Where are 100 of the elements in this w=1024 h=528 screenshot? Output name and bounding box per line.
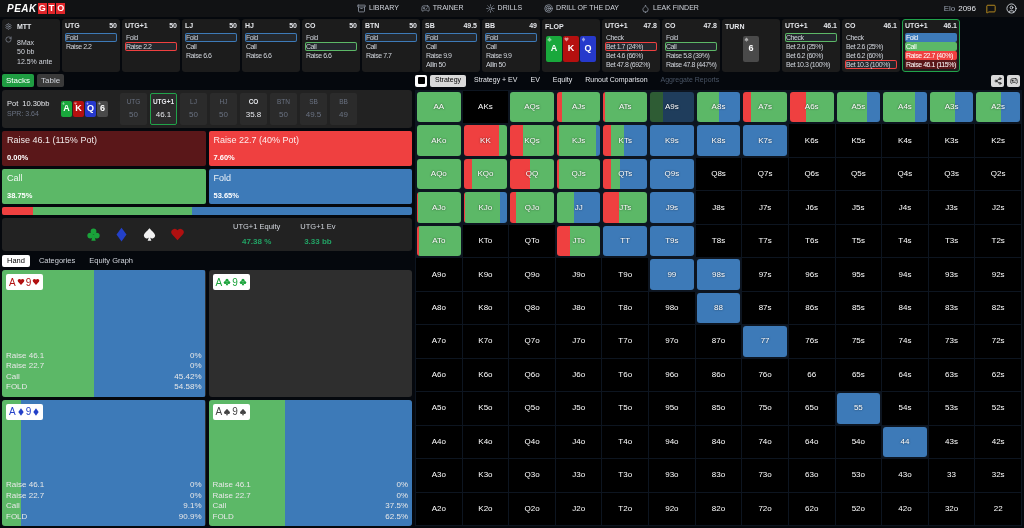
hand-cell[interactable]: 42o bbox=[882, 492, 928, 525]
hand-cell[interactable]: 98s bbox=[696, 259, 741, 290]
hand-cell[interactable]: A9o bbox=[416, 258, 462, 291]
hand-cell[interactable]: K9s bbox=[650, 125, 694, 156]
hand-cell[interactable]: J8o bbox=[555, 291, 602, 325]
hand-cell[interactable]: 43s bbox=[928, 425, 975, 459]
hand-cell[interactable]: Q6s bbox=[788, 157, 835, 191]
hand-cell[interactable]: 62s bbox=[975, 358, 1021, 392]
hand-cell[interactable]: Q9s bbox=[650, 158, 694, 190]
hand-cell[interactable]: Q4o bbox=[509, 425, 555, 459]
hand-cell[interactable]: T4s bbox=[882, 224, 928, 258]
hand-cell[interactable]: 95s bbox=[835, 258, 882, 291]
panel-tab[interactable]: Stacks bbox=[2, 74, 34, 87]
hand-cell[interactable]: K7o bbox=[462, 325, 509, 358]
hand-cell[interactable]: Q7s bbox=[742, 157, 788, 191]
panel-tab[interactable]: Table bbox=[37, 74, 65, 87]
hand-cell[interactable]: 85o bbox=[695, 392, 742, 425]
hand-cell[interactable]: T7s bbox=[742, 224, 788, 258]
hand-cell[interactable]: 96o bbox=[649, 358, 695, 392]
hand-cell[interactable]: 63o bbox=[788, 459, 835, 492]
hand-cell[interactable]: 88 bbox=[696, 292, 741, 324]
hand-cell[interactable]: K2o bbox=[462, 492, 509, 525]
hand-cell[interactable]: 42s bbox=[975, 425, 1021, 459]
combo-panel[interactable]: A 9 Raise 46.1 0% Raise 22.7 0% Call 45.42% FOLD 54.58% bbox=[2, 270, 206, 397]
hand-cell[interactable]: Q8o bbox=[509, 291, 555, 325]
hand-cell[interactable]: K3o bbox=[462, 459, 509, 492]
hand-cell[interactable]: J2o bbox=[555, 492, 602, 525]
hand-cell[interactable]: 93o bbox=[649, 459, 695, 492]
hand-cell[interactable]: Q3o bbox=[509, 459, 555, 492]
hand-cell[interactable]: J4s bbox=[882, 191, 928, 224]
hand-cell[interactable]: 94s bbox=[882, 258, 928, 291]
hand-cell[interactable]: 96s bbox=[788, 258, 835, 291]
hand-cell[interactable]: J9o bbox=[555, 258, 602, 291]
hand-cell[interactable]: 86o bbox=[695, 358, 742, 392]
hand-cell[interactable]: 77 bbox=[743, 326, 787, 357]
hand-cell[interactable]: 54s bbox=[882, 392, 928, 425]
combo-panel[interactable]: A 9 bbox=[208, 270, 412, 397]
hand-cell[interactable]: 83o bbox=[695, 459, 742, 492]
settings-icon[interactable] bbox=[5, 23, 12, 30]
hand-cell[interactable]: 44 bbox=[883, 426, 927, 458]
hand-cell[interactable]: 74s bbox=[882, 325, 928, 358]
hand-cell[interactable]: 98o bbox=[649, 291, 695, 325]
hand-cell[interactable]: J6s bbox=[788, 191, 835, 224]
hand-cell[interactable]: K2s bbox=[975, 124, 1021, 157]
hand-cell[interactable]: A8o bbox=[416, 291, 462, 325]
hand-cell[interactable]: Q2o bbox=[509, 492, 555, 525]
hand-cell[interactable]: A4o bbox=[416, 425, 462, 459]
hand-cell[interactable]: JJ bbox=[556, 192, 601, 223]
hand-cell[interactable]: 65o bbox=[788, 392, 835, 425]
hand-cell[interactable]: 99 bbox=[650, 259, 694, 290]
hand-cell[interactable]: 52o bbox=[835, 492, 882, 525]
hand-cell[interactable]: 83s bbox=[928, 291, 975, 325]
hand-cell[interactable]: 87o bbox=[695, 325, 742, 358]
hand-cell[interactable]: 73o bbox=[742, 459, 788, 492]
hand-cell[interactable]: A3o bbox=[416, 459, 462, 492]
hand-cell[interactable]: 95o bbox=[649, 392, 695, 425]
hand-cell[interactable]: K4o bbox=[462, 425, 509, 459]
hand-cell[interactable]: K8s bbox=[696, 125, 741, 156]
hand-cell[interactable]: 92o bbox=[649, 492, 695, 525]
hand-cell[interactable]: AKs bbox=[462, 91, 509, 124]
hand-cell[interactable]: K6s bbox=[788, 124, 835, 157]
hand-cell[interactable]: 94o bbox=[649, 425, 695, 459]
hand-cell[interactable]: J2s bbox=[975, 191, 1021, 224]
hand-cell[interactable]: 62o bbox=[788, 492, 835, 525]
share-button[interactable] bbox=[991, 74, 1004, 87]
hand-cell[interactable]: TT bbox=[603, 225, 648, 257]
hand-cell[interactable]: T3o bbox=[602, 459, 649, 492]
hand-cell[interactable]: Q2s bbox=[975, 157, 1021, 191]
hand-cell[interactable]: T9o bbox=[602, 258, 649, 291]
hand-cell[interactable]: 82s bbox=[975, 291, 1021, 325]
hand-cell[interactable]: A5o bbox=[416, 392, 462, 425]
hand-cell[interactable]: 97o bbox=[649, 325, 695, 358]
hand-cell[interactable]: 55 bbox=[836, 393, 881, 424]
hand-cell[interactable]: Q3s bbox=[928, 157, 975, 191]
hand-cell[interactable]: T3s bbox=[928, 224, 975, 258]
hand-cell[interactable]: KK bbox=[463, 125, 508, 156]
hand-cell[interactable]: K5o bbox=[462, 392, 509, 425]
hand-cell[interactable]: 43o bbox=[882, 459, 928, 492]
hand-cell[interactable]: T6o bbox=[602, 358, 649, 392]
hand-cell[interactable]: 54o bbox=[835, 425, 882, 459]
hand-cell[interactable]: K7s bbox=[743, 125, 787, 156]
hand-cell[interactable]: 75o bbox=[742, 392, 788, 425]
hand-cell[interactable]: 72s bbox=[975, 325, 1021, 358]
combo-panel[interactable]: A 9 Raise 46.1 0% Raise 22.7 0% Call 37.5% FOLD 62.5% bbox=[208, 399, 412, 526]
gamepad-button[interactable] bbox=[1007, 74, 1020, 87]
hand-cell[interactable]: A6o bbox=[416, 358, 462, 392]
hand-cell[interactable]: T8o bbox=[602, 291, 649, 325]
refresh-icon[interactable] bbox=[5, 36, 12, 43]
hand-cell[interactable]: 74o bbox=[742, 425, 788, 459]
hand-cell[interactable]: J6o bbox=[555, 358, 602, 392]
hand-cell[interactable]: Q7o bbox=[509, 325, 555, 358]
hand-cell[interactable]: 53o bbox=[835, 459, 882, 492]
hand-cell[interactable]: J9s bbox=[650, 192, 694, 223]
hand-cell[interactable]: T5o bbox=[602, 392, 649, 425]
hand-cell[interactable]: J4o bbox=[555, 425, 602, 459]
hand-cell[interactable]: J5o bbox=[555, 392, 602, 425]
hand-cell[interactable]: 72o bbox=[742, 492, 788, 525]
view-toggle[interactable] bbox=[415, 74, 427, 87]
hand-cell[interactable]: Q8s bbox=[695, 157, 742, 191]
hand-cell[interactable]: QTs bbox=[603, 158, 648, 190]
